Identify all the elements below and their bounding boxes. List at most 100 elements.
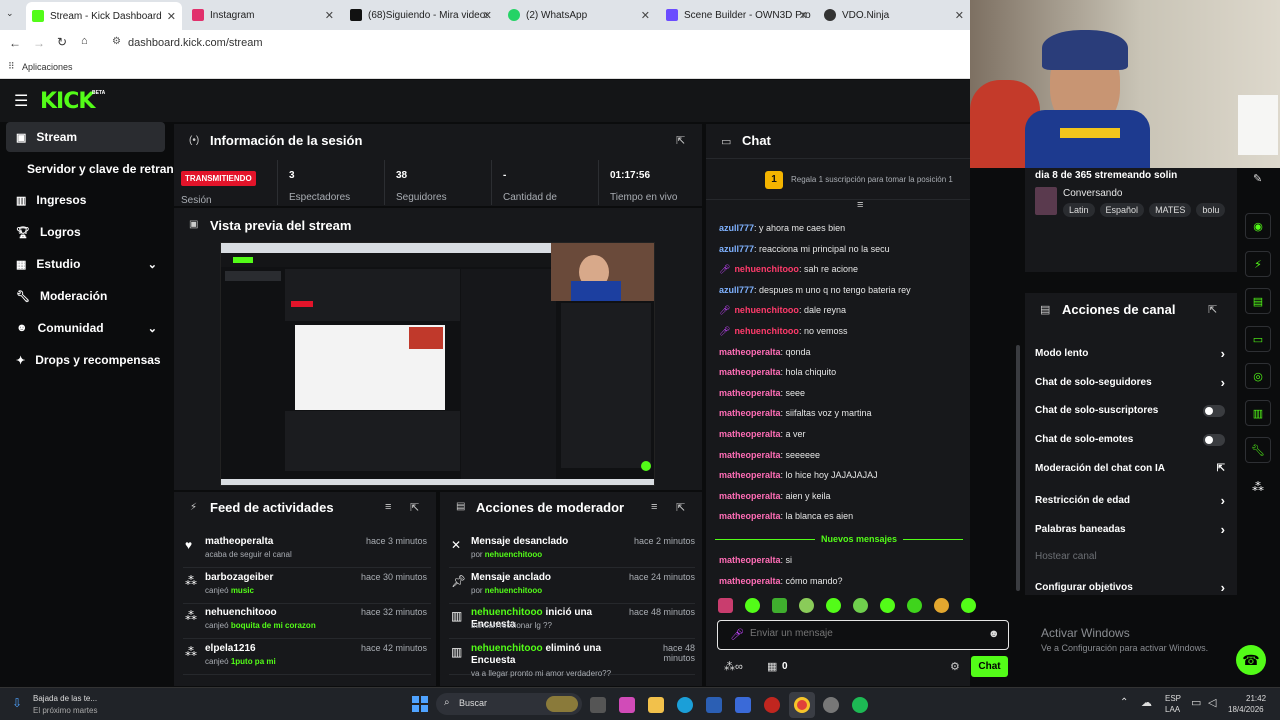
category-name[interactable]: Conversando (1063, 188, 1122, 199)
emote-icon[interactable] (961, 598, 976, 613)
news-title[interactable]: Bajada de las te... (33, 694, 97, 703)
server-icon[interactable]: ▥ (1245, 400, 1271, 426)
sidebar-item-logros[interactable]: 🏆︎ Logros (6, 217, 165, 247)
feed-item[interactable]: ⁂ barbozageiber hace 30 minutos canjeó musi… (183, 570, 431, 604)
chat-username[interactable]: matheoperalta (719, 388, 781, 398)
chat-username[interactable]: matheoperalta (719, 576, 781, 586)
chat-username[interactable]: nehuenchitooo (734, 305, 799, 315)
emote-icon[interactable] (799, 598, 814, 613)
language-2[interactable]: LAA (1165, 705, 1180, 714)
chat-username[interactable]: matheoperalta (719, 511, 781, 521)
toggle-switch[interactable] (1203, 433, 1225, 446)
document-icon[interactable]: ▤ (1245, 288, 1271, 314)
reload-icon[interactable]: ↻ (57, 35, 67, 49)
chat-message[interactable]: matheoperalta: cómo mando? (719, 576, 843, 586)
mod-action-item[interactable]: ▥ nehuenchitooo eliminó una Encuesta va a … (449, 641, 695, 678)
edit-icon[interactable]: ✎ (1253, 172, 1262, 185)
mod-user[interactable]: nehuenchitooo (485, 586, 542, 595)
clock-date[interactable]: 18/4/2026 (1228, 705, 1264, 714)
sidebar-item-estudio[interactable]: ▦ Estudio ⌄ (6, 249, 165, 279)
broadcast-icon[interactable]: ◎ (1245, 363, 1271, 389)
back-icon[interactable]: ← (9, 36, 21, 50)
spotify-icon[interactable] (852, 697, 868, 713)
chat-message[interactable]: 🎤︎ nehuenchitooo: dale reyna (719, 305, 846, 316)
feed-item[interactable]: ⁂ nehuenchitooo hace 32 minutos canjeó boqu… (183, 605, 431, 639)
channel-action-row[interactable]: Chat de solo-suscriptores (1035, 404, 1225, 417)
chat-username[interactable]: matheoperalta (719, 429, 781, 439)
chat-message[interactable]: matheoperalta: a ver (719, 429, 806, 439)
tab-kick-dashboard[interactable]: Stream - Kick Dashboard ✕ (26, 2, 182, 30)
chat-username[interactable]: matheoperalta (719, 408, 781, 418)
chat-message[interactable]: matheoperalta: si (719, 555, 792, 565)
gift-leaderboard[interactable]: 1 Regala 1 suscripción para tomar la pos… (706, 158, 970, 200)
close-tab-icon[interactable]: ✕ (799, 9, 808, 22)
mod-user[interactable]: nehuenchitooo (471, 607, 543, 618)
mod-action-item[interactable]: ✕ Mensaje desanclado por nehuenchitooo hace… (449, 534, 695, 568)
chat-message[interactable]: azull777: despues m uno q no tengo bater… (719, 285, 911, 295)
chat-message[interactable]: 🎤︎ nehuenchitooo: no vemoss (719, 326, 847, 337)
chat-username[interactable]: azull777 (719, 223, 754, 233)
feed-user[interactable]: nehuenchitooo (205, 607, 277, 618)
tag-chip[interactable]: MATES (1149, 203, 1192, 217)
app-red-icon[interactable] (764, 697, 780, 713)
close-tab-icon[interactable]: ✕ (325, 9, 334, 22)
feed-user[interactable]: elpela1216 (205, 643, 256, 654)
sidebar-item-stream[interactable]: ▣ Stream (6, 122, 165, 152)
emote-icon[interactable] (745, 598, 760, 613)
cloud-icon[interactable]: ☁ (1141, 696, 1152, 709)
emote-icon[interactable] (880, 598, 895, 613)
chat-username[interactable]: azull777 (719, 285, 754, 295)
popout-icon[interactable]: ⇱ (1208, 303, 1217, 316)
close-tab-icon[interactable]: ✕ (483, 9, 492, 22)
mail-icon[interactable] (735, 697, 751, 713)
chat-settings-icon[interactable]: ⚙ (950, 660, 960, 673)
channel-action-row[interactable]: Palabras baneadas › (1035, 522, 1225, 537)
emote-icon[interactable] (907, 598, 922, 613)
community-icon[interactable]: ⁂∞ (724, 660, 743, 673)
filter-icon[interactable]: ≡ (385, 501, 391, 513)
popout-icon[interactable]: ⇱ (410, 501, 419, 514)
chat-username[interactable]: matheoperalta (719, 555, 781, 565)
channel-action-row[interactable]: Restricción de edad › (1035, 493, 1225, 508)
community-icon[interactable]: ⁂ (1252, 480, 1264, 494)
clock-time[interactable]: 21:42 (1246, 694, 1266, 703)
network-icon[interactable]: ▭ (1191, 696, 1201, 709)
emote-icon[interactable] (718, 598, 733, 613)
taskbar-search[interactable]: ⌕ Buscar (436, 693, 582, 715)
popout-icon[interactable]: ⇱ (676, 501, 685, 514)
kick-logo[interactable]: KICK (40, 89, 95, 114)
close-tab-icon[interactable]: ✕ (641, 9, 650, 22)
obs-icon[interactable] (823, 697, 839, 713)
sidebar-item-ingresos[interactable]: ▥ Ingresos (6, 185, 165, 215)
forward-icon[interactable]: → (33, 36, 45, 50)
url-field[interactable]: dashboard.kick.com/stream (128, 37, 263, 49)
stream-preview-video[interactable] (220, 242, 655, 486)
tab-instagram[interactable]: Instagram ✕ (186, 4, 340, 26)
home-icon[interactable]: ⌂ (81, 35, 88, 47)
store-icon[interactable] (706, 697, 722, 713)
category-thumbnail[interactable] (1035, 187, 1057, 215)
tab-whatsapp[interactable]: (2) WhatsApp ✕ (502, 4, 656, 26)
emote-icon[interactable] (934, 598, 949, 613)
chat-message[interactable]: matheoperalta: seeeeee (719, 450, 820, 460)
site-info-icon[interactable]: ⚙ (112, 36, 121, 47)
help-chat-icon[interactable]: ☎ (1236, 645, 1266, 675)
toggle-switch[interactable] (1203, 404, 1225, 417)
volume-icon[interactable]: ◁ (1208, 696, 1216, 709)
channel-action-row[interactable]: Modo lento › (1035, 346, 1225, 361)
channel-action-row[interactable]: Moderación del chat con IA ⇱ (1035, 463, 1225, 474)
feed-item[interactable]: ⁂ elpela1216 hace 42 minutos canjeó 1puto p… (183, 641, 431, 675)
tab-list-dropdown-icon[interactable]: ⌄ (6, 8, 14, 19)
chat-username[interactable]: azull777 (719, 244, 754, 254)
language-1[interactable]: ESP (1165, 694, 1181, 703)
pinned-toggle-icon[interactable]: ≡ (857, 199, 863, 211)
sidebar-item-moderacion[interactable]: 🔧︎ Moderación (6, 281, 165, 311)
copilot-icon[interactable] (619, 697, 635, 713)
lightning-icon[interactable]: ⚡︎ (1245, 251, 1271, 277)
chat-username[interactable]: matheoperalta (719, 450, 781, 460)
chat-message[interactable]: azull777: reacciona mi principal no la s… (719, 244, 890, 254)
channel-scrollbar[interactable] (1016, 345, 1020, 591)
emote-icon[interactable] (853, 598, 868, 613)
chat-username[interactable]: matheoperalta (719, 367, 781, 377)
channel-action-row[interactable]: Chat de solo-seguidores › (1035, 375, 1225, 390)
